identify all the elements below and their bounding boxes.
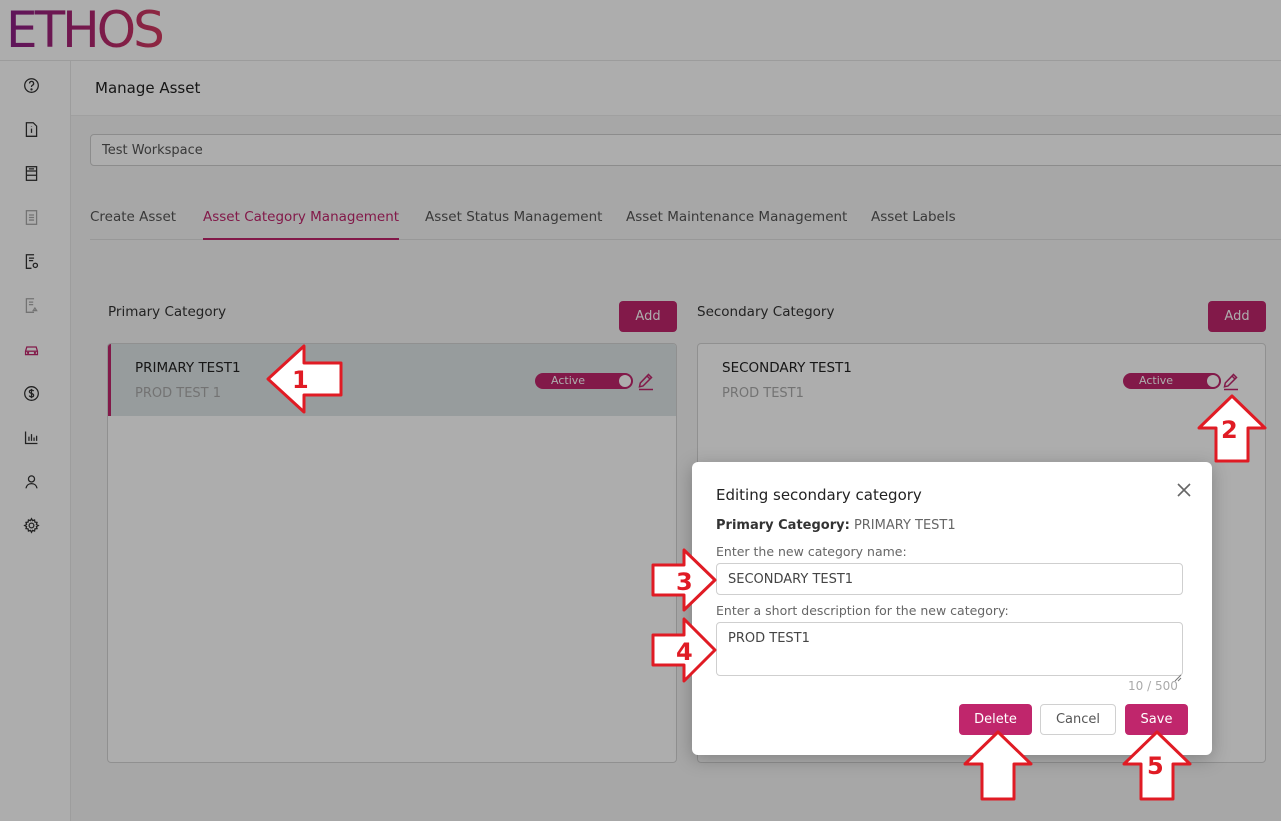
dialog-title: Editing secondary category (716, 486, 922, 504)
name-field-label: Enter the new category name: (716, 544, 907, 559)
annotation-number-3: 3 (676, 568, 693, 596)
category-description-input[interactable]: PROD TEST1 (716, 622, 1183, 676)
annotation-number-1: 1 (292, 366, 309, 394)
annotation-number-5: 5 (1147, 752, 1164, 780)
edit-secondary-category-dialog: Editing secondary category Primary Categ… (692, 462, 1212, 755)
cancel-button[interactable]: Cancel (1040, 704, 1116, 735)
resize-grip-icon[interactable] (1174, 667, 1182, 682)
annotation-arrow-delete (963, 730, 1033, 801)
annotation-number-2: 2 (1221, 416, 1238, 444)
close-icon[interactable] (1175, 481, 1193, 499)
category-name-input[interactable] (716, 563, 1183, 595)
primary-category-info-label: Primary Category: (716, 518, 850, 533)
primary-category-info-value: PRIMARY TEST1 (853, 518, 956, 533)
description-field-label: Enter a short description for the new ca… (716, 603, 1009, 618)
character-counter: 10 / 500 (1128, 679, 1178, 693)
primary-category-info: Primary Category: PRIMARY TEST1 (716, 518, 956, 533)
annotation-number-4: 4 (676, 638, 693, 666)
